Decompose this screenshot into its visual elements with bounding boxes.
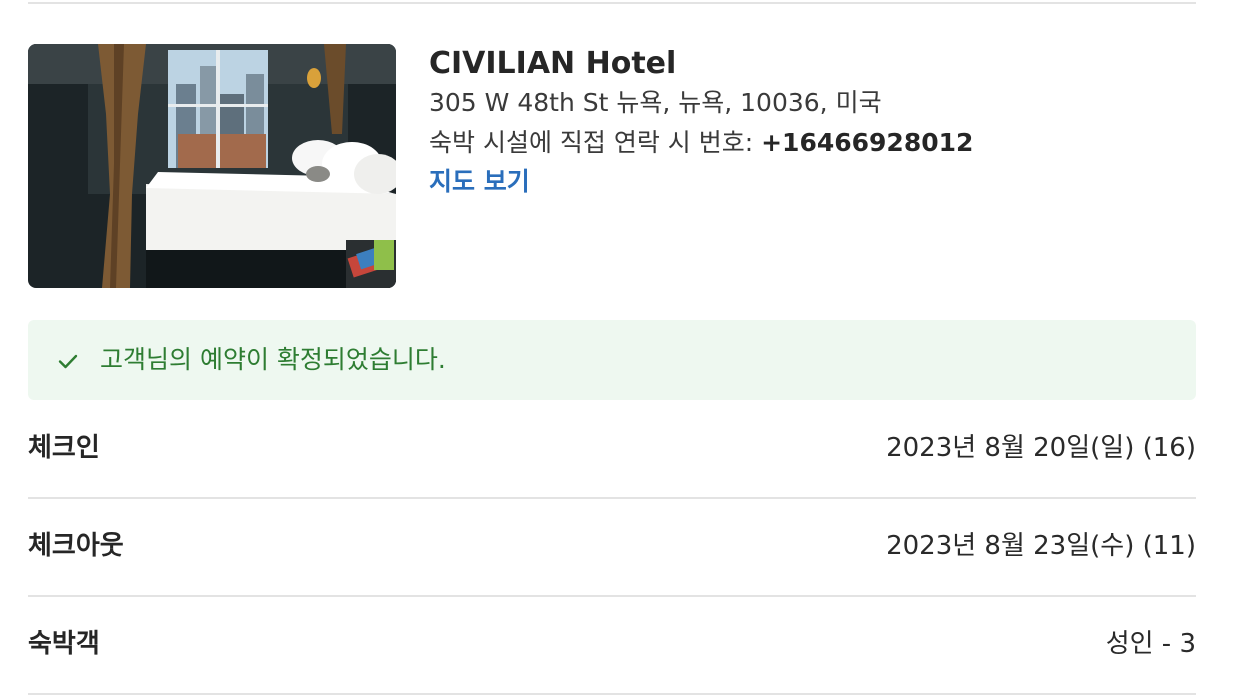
- hotel-phone-number[interactable]: +16466928012: [761, 128, 973, 157]
- hotel-info: CIVILIAN Hotel 305 W 48th St 뉴욕, 뉴욕, 100…: [429, 44, 973, 201]
- guests-label: 숙박객: [28, 629, 100, 659]
- top-divider: [28, 2, 1196, 4]
- checkout-value: 2023년 8월 23일(수) (11): [886, 531, 1196, 561]
- checkin-row: 체크인 2023년 8월 20일(일) (16): [28, 400, 1196, 499]
- booking-confirmed-banner: 고객님의 예약이 확정되었습니다.: [28, 320, 1196, 400]
- view-map-link[interactable]: 지도 보기: [429, 163, 530, 201]
- hotel-phone-label: 숙박 시설에 직접 연락 시 번호:: [429, 128, 762, 157]
- checkout-row: 체크아웃 2023년 8월 23일(수) (11): [28, 498, 1196, 597]
- guests-row: 숙박객 성인 - 3: [28, 596, 1196, 695]
- hotel-address: 305 W 48th St 뉴욕, 뉴욕, 10036, 미국: [429, 88, 882, 117]
- check-icon: [58, 354, 78, 369]
- hotel-name: CIVILIAN Hotel: [429, 46, 677, 81]
- checkin-value: 2023년 8월 20일(일) (16): [886, 433, 1196, 463]
- guests-value: 성인 - 3: [1105, 629, 1196, 659]
- hotel-phone-line: 숙박 시설에 직접 연락 시 번호: +16466928012: [429, 123, 973, 163]
- confirmation-message: 고객님의 예약이 확정되었습니다.: [100, 345, 446, 374]
- checkout-label: 체크아웃: [28, 531, 124, 561]
- checkin-label: 체크인: [28, 433, 100, 463]
- hotel-room-photo[interactable]: [28, 44, 396, 288]
- hotel-card: CIVILIAN Hotel 305 W 48th St 뉴욕, 뉴욕, 100…: [28, 44, 1196, 288]
